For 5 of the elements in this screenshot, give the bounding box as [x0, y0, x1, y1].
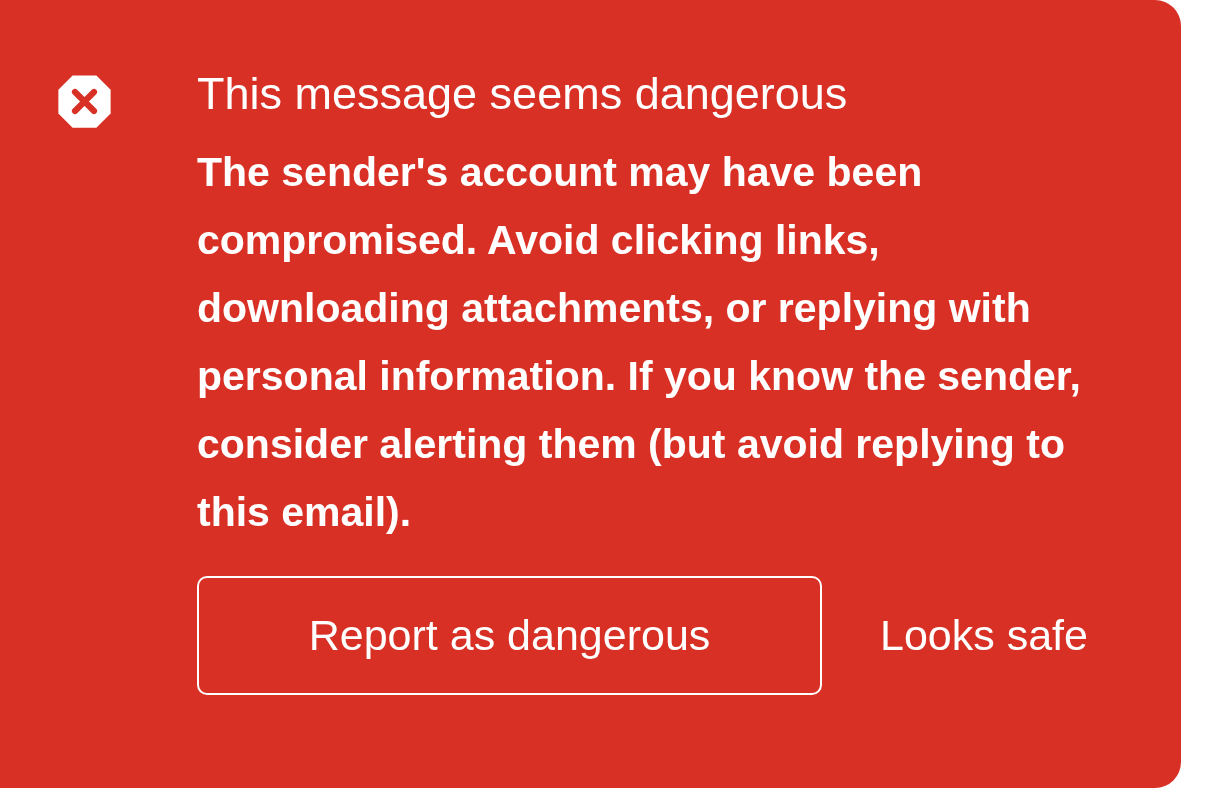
warning-title: This message seems dangerous	[197, 67, 849, 121]
error-icon	[56, 73, 113, 130]
warning-message: The sender's account may have been compromised. Avoid clicking links, downloading attachments, or replying with personal information. If you know the sender, consider alerting them (but avoid replying to this email).	[197, 148, 1082, 537]
report-button[interactable]: Report as dangerous	[197, 576, 822, 695]
looks-safe-button[interactable]: Looks safe	[880, 611, 1088, 660]
